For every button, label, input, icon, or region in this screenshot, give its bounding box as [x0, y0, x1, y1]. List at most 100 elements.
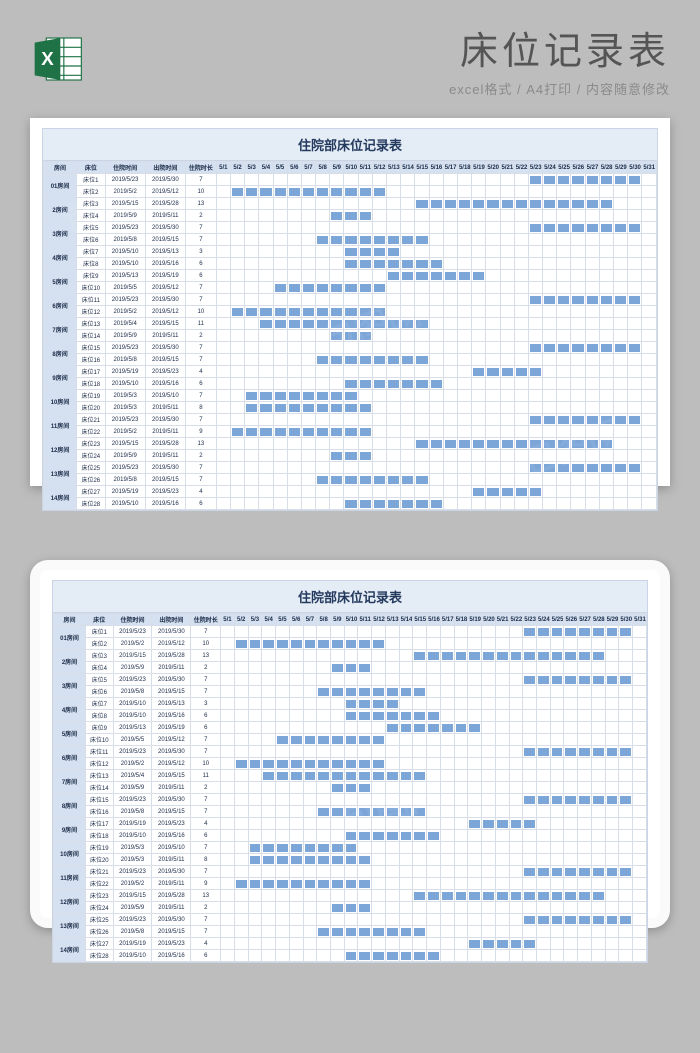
gantt-cell-filled — [372, 318, 386, 330]
col-day: 5/28 — [591, 614, 605, 626]
col-day: 5/29 — [614, 162, 628, 174]
gantt-cell-empty — [591, 722, 605, 734]
gantt-cell-empty — [358, 746, 372, 758]
days-cell: 7 — [191, 734, 221, 746]
gantt-cell-empty — [628, 498, 642, 510]
gantt-cell-empty — [221, 830, 235, 842]
gantt-cell-empty — [399, 866, 413, 878]
gantt-cell-empty — [557, 426, 571, 438]
days-cell: 2 — [185, 330, 216, 342]
col-day: 5/20 — [482, 614, 496, 626]
gantt-cell-empty — [429, 222, 443, 234]
gantt-cell-filled — [358, 770, 372, 782]
gantt-cell-empty — [550, 830, 564, 842]
gantt-cell-empty — [248, 662, 262, 674]
gantt-cell-empty — [614, 426, 628, 438]
gantt-cell-empty — [633, 842, 647, 854]
days-cell: 7 — [185, 390, 216, 402]
gantt-cell-filled — [372, 950, 386, 962]
gantt-cell-filled — [564, 746, 578, 758]
gantt-cell-empty — [262, 782, 276, 794]
gantt-cell-empty — [317, 938, 331, 950]
gantt-cell-empty — [248, 926, 262, 938]
gantt-cell-filled — [537, 866, 551, 878]
gantt-cell-empty — [619, 926, 633, 938]
gantt-cell-filled — [614, 294, 628, 306]
gantt-cell-filled — [330, 758, 344, 770]
gantt-cell-filled — [344, 770, 358, 782]
gantt-cell-empty — [301, 342, 315, 354]
gantt-cell-empty — [245, 210, 259, 222]
gantt-cell-filled — [234, 878, 248, 890]
gantt-cell-filled — [234, 638, 248, 650]
gantt-cell-empty — [482, 698, 496, 710]
gantt-cell-filled — [330, 638, 344, 650]
discharge-cell: 2019/5/23 — [145, 486, 185, 498]
gantt-cell-empty — [557, 270, 571, 282]
gantt-cell-empty — [413, 698, 427, 710]
gantt-cell-filled — [454, 722, 468, 734]
gantt-cell-empty — [509, 722, 523, 734]
discharge-cell: 2019/5/15 — [152, 926, 191, 938]
gantt-cell-filled — [619, 866, 633, 878]
gantt-cell-filled — [399, 722, 413, 734]
table-row: 6房间床位112019/5/232019/5/307 — [54, 746, 647, 758]
gantt-cell-empty — [642, 450, 657, 462]
discharge-cell: 2019/5/16 — [145, 258, 185, 270]
gantt-cell-empty — [216, 234, 230, 246]
gantt-cell-empty — [216, 222, 230, 234]
gantt-cell-empty — [578, 782, 592, 794]
gantt-cell-empty — [273, 498, 287, 510]
gantt-cell-filled — [276, 638, 290, 650]
gantt-cell-empty — [358, 390, 372, 402]
spreadsheet: 住院部床位记录表 房间床位住院时间出院时间住院时长5/15/25/35/45/5… — [42, 128, 658, 511]
gantt-cell-empty — [605, 782, 619, 794]
room-cell: 11房间 — [44, 414, 77, 438]
gantt-cell-filled — [330, 734, 344, 746]
gantt-cell-filled — [273, 426, 287, 438]
gantt-cell-filled — [619, 674, 633, 686]
gantt-cell-empty — [599, 378, 613, 390]
gantt-cell-filled — [429, 438, 443, 450]
gantt-cell-filled — [344, 318, 358, 330]
col-day: 5/12 — [372, 614, 386, 626]
gantt-cell-empty — [472, 246, 486, 258]
gantt-cell-filled — [457, 270, 471, 282]
gantt-cell-empty — [303, 866, 317, 878]
gantt-cell-filled — [344, 854, 358, 866]
bed-cell: 床位9 — [77, 270, 105, 282]
gantt-cell-empty — [642, 498, 657, 510]
gantt-cell-empty — [301, 174, 315, 186]
gantt-cell-filled — [500, 438, 514, 450]
admit-cell: 2019/5/10 — [113, 710, 152, 722]
gantt-cell-empty — [301, 294, 315, 306]
gantt-cell-filled — [344, 402, 358, 414]
gantt-cell-empty — [482, 902, 496, 914]
gantt-cell-empty — [619, 830, 633, 842]
gantt-cell-empty — [289, 950, 303, 962]
gantt-cell-empty — [443, 462, 457, 474]
table-row: 床位282019/5/102019/5/166 — [54, 950, 647, 962]
gantt-cell-empty — [486, 246, 500, 258]
gantt-cell-empty — [248, 722, 262, 734]
gantt-cell-empty — [578, 842, 592, 854]
gantt-cell-empty — [429, 402, 443, 414]
admit-cell: 2019/5/8 — [113, 926, 152, 938]
room-cell: 9房间 — [54, 818, 86, 842]
gantt-cell-empty — [514, 186, 528, 198]
gantt-cell-empty — [628, 198, 642, 210]
room-cell: 9房间 — [44, 366, 77, 390]
gantt-cell-empty — [486, 390, 500, 402]
gantt-cell-empty — [344, 198, 358, 210]
gantt-cell-filled — [358, 402, 372, 414]
gantt-cell-empty — [443, 330, 457, 342]
gantt-cell-empty — [262, 926, 276, 938]
bed-cell: 床位22 — [77, 426, 105, 438]
gantt-cell-filled — [599, 342, 613, 354]
gantt-cell-empty — [415, 426, 429, 438]
gantt-cell-filled — [401, 354, 415, 366]
col-day: 5/3 — [248, 614, 262, 626]
gantt-cell-empty — [509, 710, 523, 722]
gantt-cell-filled — [440, 890, 454, 902]
gantt-cell-filled — [358, 450, 372, 462]
